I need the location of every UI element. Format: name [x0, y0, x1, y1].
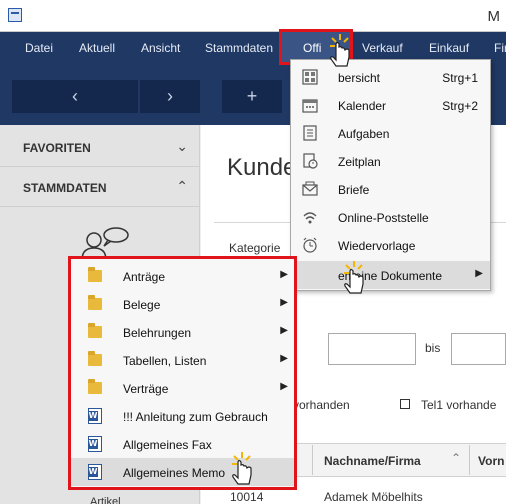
menu-office[interactable]: Offi: [303, 41, 321, 55]
range-to-input[interactable]: [451, 333, 506, 365]
submenu-item-label: !!! Anleitung zum Gebrauch: [123, 410, 268, 424]
column-vorname[interactable]: Vorn: [478, 454, 504, 468]
folder-icon: [88, 323, 104, 340]
shortcut-label: Strg+1: [442, 71, 478, 85]
bis-label: bis: [425, 341, 441, 355]
alarm-clock-icon: [303, 237, 317, 253]
back-button[interactable]: ‹: [12, 80, 138, 113]
schedule-icon: [303, 153, 318, 169]
menu-fir[interactable]: Fir: [494, 41, 506, 55]
submenu-item-label: Allgemeines Fax: [123, 438, 212, 452]
sidebar-section-stammdaten[interactable]: STAMMDATEN ⌃: [0, 167, 200, 207]
click-cursor-icon: [344, 261, 364, 294]
sidebar-stammdaten-label: STAMMDATEN: [23, 181, 107, 195]
table-cell-name[interactable]: Adamek Möbelhits: [324, 490, 423, 504]
submenu-item-label: Belehrungen: [123, 326, 192, 340]
menu-item-label: Wiedervorlage: [338, 239, 416, 253]
submenu-item-label: Tabellen, Listen: [123, 354, 207, 368]
submenu-item-belege[interactable]: Belege ▶: [71, 290, 294, 318]
menu-item-label: bersicht: [338, 71, 381, 85]
overview-icon: [302, 69, 318, 85]
documents-submenu: Anträge ▶ Belege ▶ Belehrungen ▶ Tabelle…: [68, 256, 297, 490]
menu-item-briefe[interactable]: Briefe: [291, 175, 490, 203]
menu-item-label: Zeitplan: [338, 155, 381, 169]
sidebar-favoriten-label: FAVORITEN: [23, 141, 91, 155]
letter-icon: [302, 181, 318, 196]
submenu-item-tabellen-listen[interactable]: Tabellen, Listen ▶: [71, 346, 294, 374]
submenu-arrow-icon: ▶: [475, 268, 483, 279]
menu-item-label: Online-Poststelle: [338, 211, 429, 225]
column-separator: [469, 445, 470, 475]
folder-icon: [88, 351, 104, 368]
word-document-icon: [88, 464, 104, 480]
calendar-icon: [302, 99, 318, 113]
app-icon: [8, 8, 22, 22]
chevron-left-icon: ‹: [72, 86, 78, 106]
submenu-item-allgemeines-memo[interactable]: Allgemeines Memo: [71, 458, 294, 486]
forward-button[interactable]: ›: [140, 80, 200, 113]
menu-einkauf[interactable]: Einkauf: [429, 41, 469, 55]
click-cursor-icon: [330, 34, 350, 67]
tel1-checkbox[interactable]: [400, 399, 410, 409]
vorhanden-label: vorhanden: [293, 398, 350, 412]
kategorie-label: Kategorie: [229, 241, 281, 255]
shortcut-label: Strg+2: [442, 99, 478, 113]
chevron-up-icon: ⌃: [176, 178, 188, 194]
menu-ansicht[interactable]: Ansicht: [141, 41, 180, 55]
submenu-arrow-icon: ▶: [280, 325, 288, 336]
menu-item-allgemeine-dokumente[interactable]: emeine Dokumente ▶: [291, 261, 490, 289]
menu-datei[interactable]: Datei: [25, 41, 53, 55]
table-cell-id[interactable]: 10014: [230, 490, 263, 504]
menu-item-wiedervorlage[interactable]: Wiedervorlage: [291, 231, 490, 259]
submenu-item-antraege[interactable]: Anträge ▶: [71, 262, 294, 290]
word-document-icon: [88, 436, 104, 452]
sidebar-item-artikel[interactable]: Artikel: [90, 496, 121, 504]
submenu-item-vertraege[interactable]: Verträge ▶: [71, 374, 294, 402]
submenu-item-anleitung[interactable]: !!! Anleitung zum Gebrauch: [71, 402, 294, 430]
menu-item-label: Kalender: [338, 99, 387, 113]
menu-aktuell[interactable]: Aktuell: [79, 41, 115, 55]
menu-stammdaten[interactable]: Stammdaten: [205, 41, 273, 55]
column-separator: [312, 445, 313, 475]
folder-icon: [88, 379, 104, 396]
column-nachname[interactable]: Nachname/Firma: [324, 454, 421, 468]
submenu-item-label: Verträge: [123, 382, 169, 396]
submenu-item-label: Belege: [123, 298, 161, 312]
submenu-item-allgemeines-fax[interactable]: Allgemeines Fax: [71, 430, 294, 458]
submenu-item-belehrungen[interactable]: Belehrungen ▶: [71, 318, 294, 346]
menu-item-label: Briefe: [338, 183, 370, 197]
menu-verkauf[interactable]: Verkauf: [362, 41, 403, 55]
sidebar-section-favoriten[interactable]: FAVORITEN ⌄: [0, 127, 200, 167]
online-mail-icon: [303, 212, 317, 224]
add-button[interactable]: +: [222, 80, 282, 113]
submenu-arrow-icon: ▶: [280, 297, 288, 308]
sort-up-icon[interactable]: ⌃: [451, 451, 461, 465]
menu-item-kalender[interactable]: Kalender Strg+2: [291, 91, 490, 119]
click-cursor-icon: [232, 452, 252, 485]
page-title: Kunde: [227, 154, 297, 181]
submenu-item-label: Allgemeines Memo: [123, 466, 226, 480]
window-title: M: [487, 8, 501, 25]
plus-icon: +: [246, 86, 258, 106]
tasks-icon: [303, 125, 317, 141]
submenu-arrow-icon: ▶: [280, 381, 288, 392]
word-document-icon: [88, 408, 104, 424]
customer-person-icon[interactable]: [78, 226, 132, 260]
title-bar: M: [0, 0, 506, 32]
folder-icon: [88, 295, 104, 312]
menu-item-label: Aufgaben: [338, 127, 390, 141]
menu-item-aufgaben[interactable]: Aufgaben: [291, 119, 490, 147]
tel1-label: Tel1 vorhande: [421, 398, 497, 412]
chevron-down-icon: ⌄: [176, 138, 188, 154]
menu-item-zeitplan[interactable]: Zeitplan: [291, 147, 490, 175]
menu-item-online-poststelle[interactable]: Online-Poststelle: [291, 203, 490, 231]
folder-icon: [88, 267, 104, 284]
chevron-right-icon: ›: [167, 86, 173, 106]
submenu-arrow-icon: ▶: [280, 269, 288, 280]
submenu-arrow-icon: ▶: [280, 353, 288, 364]
range-from-input[interactable]: [328, 333, 416, 365]
office-dropdown-menu: bersicht Strg+1 Kalender Strg+2 Aufgaben…: [290, 59, 491, 291]
submenu-item-label: Anträge: [123, 270, 166, 284]
